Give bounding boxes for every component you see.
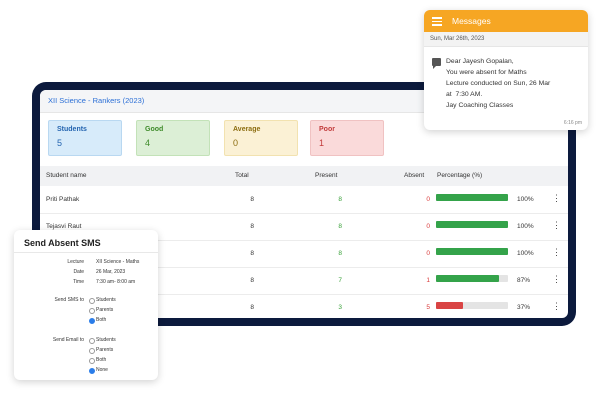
sms-radio-students[interactable] bbox=[89, 298, 95, 304]
present-count: 8 bbox=[338, 223, 342, 230]
send-absent-sms-dialog: Send Absent SMS Lecture XII Science - Ma… bbox=[14, 230, 158, 380]
attendance-progress-fill bbox=[436, 194, 508, 201]
attendance-progress-fill bbox=[436, 302, 463, 309]
email-option-label: Both bbox=[96, 357, 107, 363]
date-label: Date bbox=[73, 269, 84, 275]
poor-card[interactable]: Poor 1 bbox=[310, 120, 384, 156]
email-to-label: Send Email to bbox=[52, 337, 84, 343]
absent-count: 0 bbox=[426, 223, 430, 230]
message-body: Dear Jayesh Gopalan, You were absent for… bbox=[446, 58, 551, 109]
good-card[interactable]: Good 4 bbox=[136, 120, 210, 156]
attendance-percentage: 100% bbox=[517, 223, 534, 230]
table-header: Student name Total Present Absent Percen… bbox=[40, 166, 568, 186]
column-header-present[interactable]: Present bbox=[315, 172, 337, 179]
message-date: Sun, Mar 26th, 2023 bbox=[424, 32, 588, 47]
lecture-value: XII Science - Maths bbox=[96, 259, 140, 265]
students-card[interactable]: Students 5 bbox=[48, 120, 122, 156]
messages-header: Messages bbox=[424, 10, 588, 32]
attendance-progress-fill bbox=[436, 248, 508, 255]
total-count: 8 bbox=[250, 250, 254, 257]
total-count: 8 bbox=[250, 223, 254, 230]
present-count: 3 bbox=[338, 304, 342, 311]
absent-count: 0 bbox=[426, 250, 430, 257]
total-count: 8 bbox=[250, 277, 254, 284]
email-radio-parents[interactable] bbox=[89, 348, 95, 354]
attendance-progress-fill bbox=[436, 275, 499, 282]
divider bbox=[14, 252, 158, 253]
row-more-options-icon[interactable]: ⋮ bbox=[552, 194, 561, 203]
column-header-total[interactable]: Total bbox=[235, 172, 249, 179]
total-count: 8 bbox=[250, 304, 254, 311]
column-header-absent[interactable]: Absent bbox=[404, 172, 424, 179]
students-card-value: 5 bbox=[57, 138, 63, 148]
row-more-options-icon[interactable]: ⋮ bbox=[552, 248, 561, 257]
email-radio-students[interactable] bbox=[89, 338, 95, 344]
row-more-options-icon[interactable]: ⋮ bbox=[552, 221, 561, 230]
message-time: 6:16 pm bbox=[563, 120, 582, 126]
good-card-label: Good bbox=[145, 126, 164, 133]
present-count: 8 bbox=[338, 250, 342, 257]
poor-card-value: 1 bbox=[319, 138, 325, 148]
row-more-options-icon[interactable]: ⋮ bbox=[552, 275, 561, 284]
batch-title[interactable]: XII Science - Rankers (2023) bbox=[48, 96, 144, 105]
sms-radio-parents[interactable] bbox=[89, 308, 95, 314]
hamburger-icon[interactable] bbox=[432, 17, 442, 26]
lecture-label: Lecture bbox=[67, 259, 84, 265]
sms-radio-both[interactable] bbox=[89, 318, 95, 324]
attendance-progress-fill bbox=[436, 221, 508, 228]
attendance-progress-bar bbox=[436, 248, 508, 255]
attendance-percentage: 37% bbox=[517, 304, 531, 311]
absent-count: 0 bbox=[426, 196, 430, 203]
attendance-percentage: 100% bbox=[517, 196, 534, 203]
message-icon bbox=[432, 58, 441, 69]
attendance-percentage: 100% bbox=[517, 250, 534, 257]
good-card-value: 4 bbox=[145, 138, 151, 148]
attendance-progress-bar bbox=[436, 302, 508, 309]
column-header-percentage[interactable]: Percentage (%) bbox=[437, 172, 482, 179]
absent-count: 5 bbox=[426, 304, 430, 311]
email-option-label: None bbox=[96, 367, 108, 373]
email-radio-both[interactable] bbox=[89, 358, 95, 364]
table-row[interactable]: Priti Pathak 8 8 0 100% ⋮ bbox=[40, 186, 568, 214]
attendance-progress-bar bbox=[436, 194, 508, 201]
sms-to-label: Send SMS to bbox=[54, 297, 84, 303]
attendance-progress-bar bbox=[436, 275, 508, 282]
time-label: Time bbox=[73, 279, 84, 285]
sms-option-label: Students bbox=[96, 297, 116, 303]
dialog-title: Send Absent SMS bbox=[24, 238, 101, 248]
sms-option-label: Parents bbox=[96, 307, 114, 313]
students-card-label: Students bbox=[57, 126, 87, 133]
average-card[interactable]: Average 0 bbox=[224, 120, 298, 156]
student-name: Priti Pathak bbox=[46, 196, 80, 203]
email-option-label: Students bbox=[96, 337, 116, 343]
sms-option-label: Both bbox=[96, 317, 107, 323]
poor-card-label: Poor bbox=[319, 126, 335, 133]
column-header-name[interactable]: Student name bbox=[46, 172, 86, 179]
email-option-label: Parents bbox=[96, 347, 114, 353]
email-radio-none[interactable] bbox=[89, 368, 95, 374]
average-card-value: 0 bbox=[233, 138, 239, 148]
messages-title: Messages bbox=[452, 16, 491, 26]
absent-count: 1 bbox=[426, 277, 430, 284]
present-count: 8 bbox=[338, 196, 342, 203]
date-value: 26 Mar, 2023 bbox=[96, 269, 126, 275]
attendance-percentage: 87% bbox=[517, 277, 531, 284]
student-name: Tejasvi Raut bbox=[46, 223, 82, 230]
total-count: 8 bbox=[250, 196, 254, 203]
messages-card: Messages Sun, Mar 26th, 2023 Dear Jayesh… bbox=[424, 10, 588, 130]
present-count: 7 bbox=[338, 277, 342, 284]
average-card-label: Average bbox=[233, 126, 261, 133]
attendance-progress-bar bbox=[436, 221, 508, 228]
row-more-options-icon[interactable]: ⋮ bbox=[552, 302, 561, 311]
time-value: 7:30 am- 8:00 am bbox=[96, 279, 136, 285]
